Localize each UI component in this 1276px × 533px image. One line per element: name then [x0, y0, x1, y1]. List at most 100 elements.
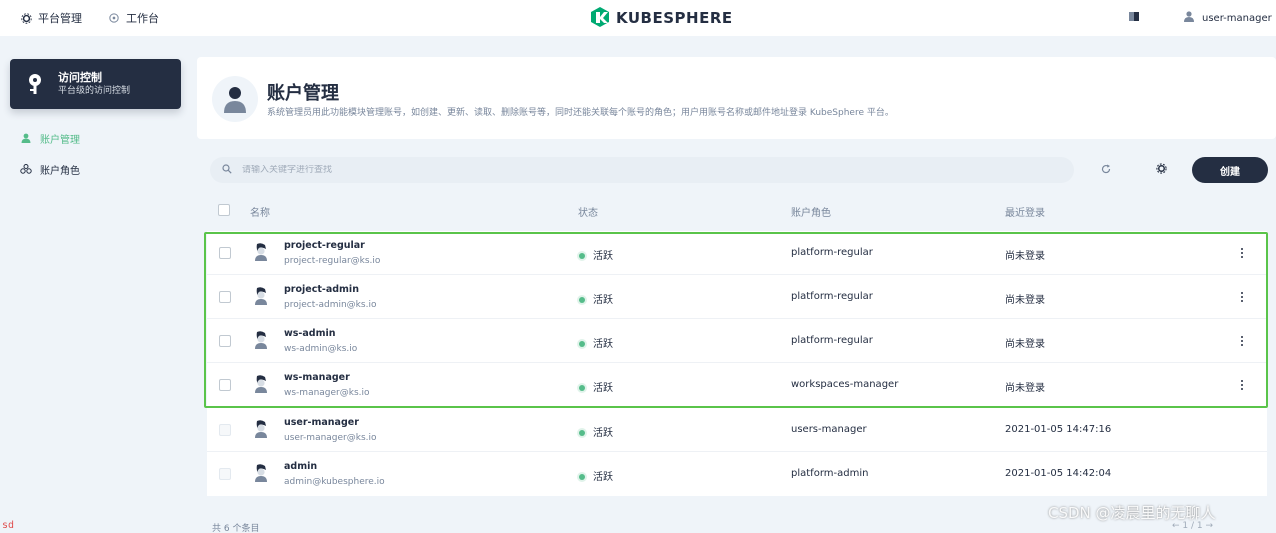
- row-checkbox[interactable]: [219, 379, 231, 391]
- user-name-link[interactable]: admin: [284, 461, 317, 472]
- key-icon: [24, 73, 46, 95]
- status-dot-icon: [579, 297, 585, 303]
- user-email: ws-manager@ks.io: [284, 388, 370, 398]
- sidebar-item-accounts[interactable]: 账户管理: [20, 130, 80, 146]
- page-header: 账户管理 系统管理员用此功能模块管理账号，如创建、更新、读取、删除账号等，同时还…: [197, 57, 1276, 139]
- column-header-role[interactable]: 账户角色: [791, 204, 831, 219]
- user-name-link[interactable]: project-admin: [284, 284, 359, 295]
- row-checkbox-disabled: [219, 424, 231, 436]
- status-badge: 活跃: [579, 468, 613, 483]
- user-avatar-icon: [254, 420, 268, 438]
- status-text: 活跃: [593, 383, 613, 394]
- user-icon: [1184, 11, 1194, 25]
- nav-platform-label: 平台管理: [38, 12, 82, 25]
- role-value: workspaces-manager: [791, 379, 899, 390]
- column-header-status[interactable]: 状态: [578, 204, 598, 219]
- role-value: users-manager: [791, 424, 867, 435]
- column-header-last-login[interactable]: 最近登录: [1005, 204, 1045, 219]
- row-checkbox[interactable]: [219, 291, 231, 303]
- last-login-value: 尚未登录: [1005, 339, 1045, 350]
- row-checkbox-disabled: [219, 468, 231, 480]
- status-text: 活跃: [593, 428, 613, 439]
- user-email: admin@kubesphere.io: [284, 477, 385, 487]
- more-icon[interactable]: [1237, 245, 1247, 261]
- user-email: ws-admin@ks.io: [284, 344, 358, 354]
- user-avatar-icon: [254, 243, 268, 261]
- role-value: platform-regular: [791, 291, 873, 302]
- status-badge: 活跃: [579, 379, 613, 394]
- user-name-link[interactable]: project-regular: [284, 240, 365, 251]
- top-bar: 平台管理 工作台 KUBESPHERE user-manager: [0, 0, 1276, 36]
- logo[interactable]: KUBESPHERE: [590, 6, 733, 31]
- search-input[interactable]: [242, 165, 942, 175]
- access-control-card: 访问控制 平台级的访问控制: [10, 59, 181, 109]
- refresh-button[interactable]: [1097, 161, 1115, 179]
- select-all-checkbox[interactable]: [218, 204, 230, 216]
- last-login-value: 尚未登录: [1005, 295, 1045, 306]
- table-row[interactable]: project-regular project-regular@ks.io 活跃…: [207, 231, 1267, 275]
- logo-text: KUBESPHERE: [616, 9, 733, 27]
- create-button[interactable]: 创建: [1192, 157, 1268, 183]
- status-dot-icon: [579, 385, 585, 391]
- sidebar: 访问控制 平台级的访问控制 账户管理 账户角色: [0, 44, 190, 533]
- screen-icon: [1129, 12, 1139, 24]
- kubesphere-logo-icon: [590, 6, 610, 31]
- corner-text: sd: [2, 520, 15, 531]
- status-text: 活跃: [593, 295, 613, 306]
- search-icon: [222, 163, 232, 177]
- row-checkbox[interactable]: [219, 247, 231, 259]
- user-icon: [212, 76, 258, 122]
- watermark: CSDN @凌晨里的无聊人: [1048, 504, 1216, 522]
- sidebar-item-account-roles[interactable]: 账户角色: [20, 161, 80, 177]
- user-avatar-icon: [254, 331, 268, 349]
- total-count: 共 6 个条目: [212, 524, 260, 533]
- status-dot-icon: [579, 474, 585, 480]
- status-text: 活跃: [593, 472, 613, 483]
- last-login-value: 尚未登录: [1005, 383, 1045, 394]
- user-name-link[interactable]: ws-manager: [284, 372, 350, 383]
- column-header-name[interactable]: 名称: [250, 204, 270, 219]
- user-email: user-manager@ks.io: [284, 433, 377, 443]
- role-value: platform-admin: [791, 468, 869, 479]
- user-email: project-admin@ks.io: [284, 300, 377, 310]
- settings-icon: [1155, 163, 1167, 177]
- role-value: platform-regular: [791, 335, 873, 346]
- last-login-value: 2021-01-05 14:47:16: [1005, 424, 1112, 435]
- search-bar[interactable]: [210, 157, 1074, 183]
- refresh-icon: [1101, 163, 1111, 177]
- globe-icon: [108, 12, 120, 24]
- nav-workbench[interactable]: 工作台: [108, 0, 159, 36]
- last-login-value: 2021-01-05 14:42:04: [1005, 468, 1112, 479]
- status-badge: 活跃: [579, 424, 613, 439]
- user-group-icon: [20, 164, 32, 174]
- user-menu-label: user-manager: [1202, 12, 1272, 24]
- status-dot-icon: [579, 253, 585, 259]
- sidebar-item-label: 账户管理: [40, 134, 80, 146]
- table-row[interactable]: ws-manager ws-manager@ks.io 活跃 workspace…: [207, 363, 1267, 407]
- user-avatar-icon: [254, 464, 268, 482]
- gear-icon: [20, 12, 32, 24]
- user-name-link[interactable]: ws-admin: [284, 328, 336, 339]
- row-checkbox[interactable]: [219, 335, 231, 347]
- more-icon[interactable]: [1237, 377, 1247, 393]
- more-icon[interactable]: [1237, 289, 1247, 305]
- screen-toggle[interactable]: [1129, 0, 1139, 36]
- table-row[interactable]: user-manager user-manager@ks.io 活跃 users…: [207, 408, 1267, 452]
- status-badge: 活跃: [579, 247, 613, 262]
- user-menu[interactable]: user-manager: [1184, 0, 1272, 36]
- status-text: 活跃: [593, 339, 613, 350]
- table-settings-button[interactable]: [1152, 161, 1170, 179]
- status-badge: 活跃: [579, 291, 613, 306]
- table-row[interactable]: project-admin project-admin@ks.io 活跃 pla…: [207, 275, 1267, 319]
- table-row[interactable]: ws-admin ws-admin@ks.io 活跃 platform-regu…: [207, 319, 1267, 363]
- page-description: 系统管理员用此功能模块管理账号，如创建、更新、读取、删除账号等，同时还能关联每个…: [267, 108, 894, 118]
- status-dot-icon: [579, 430, 585, 436]
- more-icon[interactable]: [1237, 333, 1247, 349]
- role-value: platform-regular: [791, 247, 873, 258]
- access-control-title: 访问控制: [58, 71, 102, 84]
- user-name-link[interactable]: user-manager: [284, 417, 359, 428]
- nav-workbench-label: 工作台: [126, 12, 159, 25]
- table-row[interactable]: admin admin@kubesphere.io 活跃 platform-ad…: [207, 452, 1267, 496]
- status-badge: 活跃: [579, 335, 613, 350]
- nav-platform[interactable]: 平台管理: [20, 0, 82, 36]
